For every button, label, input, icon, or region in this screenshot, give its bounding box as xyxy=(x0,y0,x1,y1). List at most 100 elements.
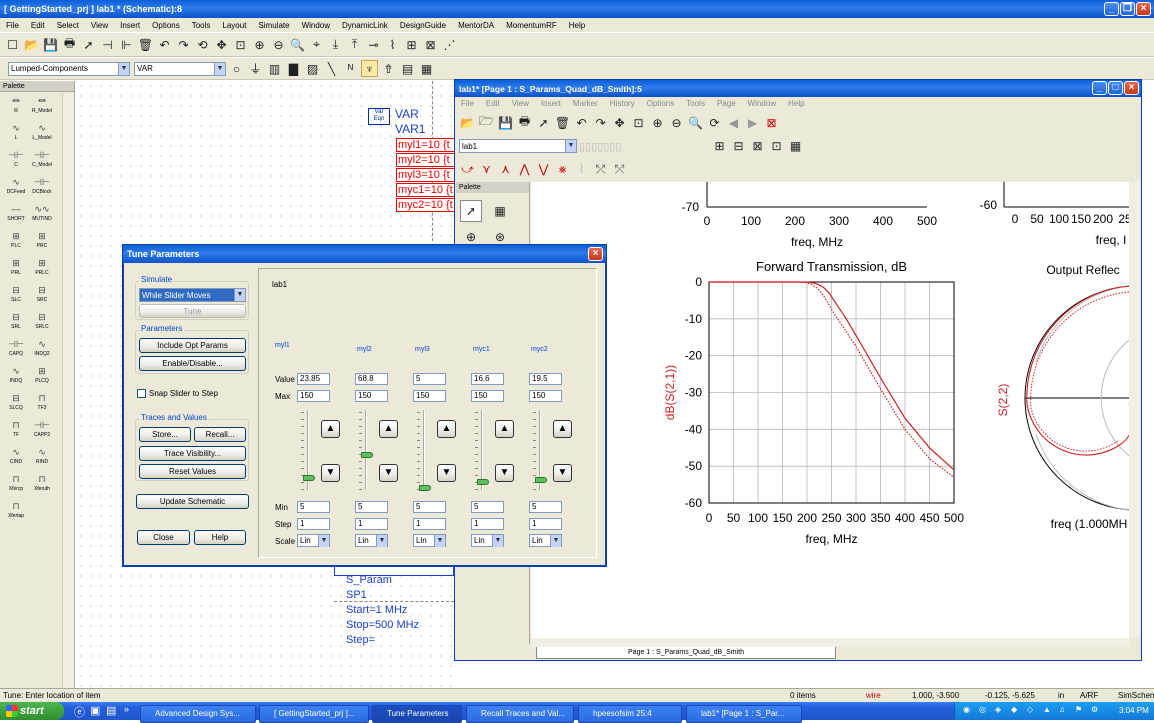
dd-menu-view[interactable]: View xyxy=(506,99,535,108)
param-increment-button[interactable]: ▲ xyxy=(495,420,514,438)
menu-designguide[interactable]: DesignGuide xyxy=(394,21,452,30)
palette-item-slcq[interactable]: ⊟ SLCQ xyxy=(4,392,28,414)
grid-icon[interactable]: ⊞ xyxy=(403,36,420,53)
param-step-field[interactable]: 1 xyxy=(413,518,446,530)
param-slider-thumb[interactable] xyxy=(361,451,373,458)
param-max-field[interactable]: 150 xyxy=(355,390,388,402)
zoom-point-icon[interactable]: 🔍 xyxy=(289,36,306,53)
pin-icon[interactable]: ⊸ xyxy=(365,36,382,53)
tray-8-icon[interactable]: ⚑ xyxy=(1075,705,1082,714)
zoom-fit-icon[interactable]: ⌖ xyxy=(308,36,325,53)
dd-table-icon[interactable]: ▦ xyxy=(489,200,511,222)
dd-zoom-out-icon[interactable]: ⊖ xyxy=(668,114,685,131)
dd-next-page-icon[interactable]: ▶ xyxy=(744,114,761,131)
dd-pointer-icon[interactable]: ➚ xyxy=(460,200,482,222)
palette-item-plc[interactable]: ⊞ PLC xyxy=(4,230,28,252)
param-decrement-button[interactable]: ▼ xyxy=(321,464,340,482)
tray-1-icon[interactable]: ◉ xyxy=(963,705,970,714)
trash-icon[interactable]: 🗑 xyxy=(137,36,154,53)
dd-menu-help[interactable]: Help xyxy=(782,99,810,108)
palette-item-prlc[interactable]: ⊞ PRLC xyxy=(30,257,54,279)
palette-item-prl[interactable]: ⊞ PRL xyxy=(4,257,28,279)
dd-menu-window[interactable]: Window xyxy=(742,99,782,108)
palette-scrollbar[interactable] xyxy=(62,93,74,688)
dd-delete-page-icon[interactable]: ⊠ xyxy=(763,114,780,131)
enable-disable-button[interactable]: Enable/Disable... xyxy=(139,356,246,371)
tune-button[interactable]: Tune xyxy=(139,304,246,318)
param-increment-button[interactable]: ▲ xyxy=(379,420,398,438)
var-equation[interactable]: myc1=10 {t xyxy=(396,183,456,197)
param-decrement-button[interactable]: ▼ xyxy=(495,464,514,482)
recall-button[interactable]: Recall... xyxy=(194,427,246,442)
param-scale-select[interactable]: Lin ▼ xyxy=(471,534,504,547)
param-scale-select[interactable]: Lin ▼ xyxy=(297,534,330,547)
zoom-out-icon[interactable]: ⊖ xyxy=(270,36,287,53)
param-increment-button[interactable]: ▲ xyxy=(437,420,456,438)
param-scale-select[interactable]: Lin ▼ xyxy=(529,534,562,547)
param-slider-thumb[interactable] xyxy=(419,485,431,491)
tray-9-icon[interactable]: ⚙ xyxy=(1091,705,1098,714)
palette-item-l[interactable]: ∿ L xyxy=(4,122,28,144)
palette-item-rind[interactable]: ∿ RIND xyxy=(30,446,54,468)
zoom-in-icon[interactable]: ⊕ xyxy=(251,36,268,53)
new-icon[interactable]: ☐ xyxy=(4,36,21,53)
palette-item-indq[interactable]: ∿ INDQ xyxy=(4,365,28,387)
more-icon[interactable]: » xyxy=(124,704,129,714)
menu-select[interactable]: Select xyxy=(51,21,85,30)
param-value-field[interactable]: 23.85 xyxy=(297,373,330,385)
marker-2-icon[interactable]: ⋎ xyxy=(478,161,495,178)
component-select[interactable]: VAR ▼ xyxy=(134,61,226,76)
marker-8-icon[interactable]: ⤱ xyxy=(592,161,609,178)
desktop-icon[interactable]: ▣ xyxy=(90,704,100,717)
marker-9-icon[interactable]: ⤲ xyxy=(611,161,628,178)
taskbar-task[interactable]: hpeesofsim 25:4 xyxy=(578,705,682,723)
param-increment-button[interactable]: ▲ xyxy=(553,420,572,438)
menu-insert[interactable]: Insert xyxy=(114,21,146,30)
data-window-titlebar[interactable]: lab1* [Page 1 : S_Params_Quad_dB_Smith]:… xyxy=(455,80,1141,97)
tray-6-icon[interactable]: ▲ xyxy=(1043,705,1051,714)
palette-item-xfertap[interactable]: ⊓ Xfertap xyxy=(4,500,28,522)
dd-menu-options[interactable]: Options xyxy=(641,99,681,108)
dd-menu-tools[interactable]: Tools xyxy=(680,99,711,108)
taskbar-task[interactable]: Tune Parameters xyxy=(372,705,462,723)
dd-tool-a-icon[interactable]: ⊞ xyxy=(711,138,728,155)
marker-3-icon[interactable]: ⋏ xyxy=(497,161,514,178)
palette-item-plcq[interactable]: ⊞ PLCQ xyxy=(30,365,54,387)
menu-file[interactable]: File xyxy=(0,21,25,30)
var-equation[interactable]: myc2=10 {t xyxy=(396,198,456,212)
menu-help[interactable]: Help xyxy=(563,21,591,30)
menu-tools[interactable]: Tools xyxy=(186,21,217,30)
explorer-icon[interactable]: ▤ xyxy=(106,704,116,717)
dd-print-icon[interactable]: 🖶 xyxy=(516,114,533,131)
display-icon[interactable]: ▤ xyxy=(399,60,416,77)
restore-icon[interactable]: ❐ xyxy=(1120,2,1135,16)
tray-4-icon[interactable]: ◆ xyxy=(1011,705,1017,714)
var-icon[interactable]: ▥ xyxy=(266,60,283,77)
marker-7-icon[interactable]: ⌇ xyxy=(573,161,590,178)
simulate-mode-select[interactable]: While Slider Moves ▼ xyxy=(139,288,246,302)
ground-icon[interactable]: ⏚ xyxy=(247,60,264,77)
data-close-icon[interactable]: × xyxy=(1124,81,1139,95)
param-slider-track[interactable] xyxy=(365,410,367,490)
dd-tool-c-icon[interactable]: ⊠ xyxy=(749,138,766,155)
param-step-field[interactable]: 1 xyxy=(355,518,388,530)
dd-tool-d-icon[interactable]: ⊡ xyxy=(768,138,785,155)
dd-menu-page[interactable]: Page xyxy=(711,99,742,108)
param-decrement-button[interactable]: ▼ xyxy=(437,464,456,482)
tune-mode-icon[interactable]: ♆ xyxy=(361,60,378,77)
tray-7-icon[interactable]: ♫ xyxy=(1059,705,1065,714)
palette-item-l_model[interactable]: ∿ L_Model xyxy=(30,122,54,144)
param-decrement-button[interactable]: ▼ xyxy=(553,464,572,482)
close-button[interactable]: Close xyxy=(137,530,190,545)
dd-menu-marker[interactable]: Marker xyxy=(567,99,604,108)
dd-move-icon[interactable]: ✥ xyxy=(611,114,628,131)
dd-zoom-area-icon[interactable]: ⊡ xyxy=(630,114,647,131)
taskbar-task[interactable]: Advanced Design Sys... xyxy=(140,705,256,723)
var-equation[interactable]: myl1=10 {t xyxy=(396,138,456,152)
param-slider-thumb[interactable] xyxy=(303,475,315,482)
wire-icon[interactable]: ⌇ xyxy=(384,36,401,53)
palette-item-capp2[interactable]: ⊣⊢ CAPP2 xyxy=(30,419,54,441)
menu-view[interactable]: View xyxy=(85,21,114,30)
param-decrement-button[interactable]: ▼ xyxy=(379,464,398,482)
update-schematic-button[interactable]: Update Schematic xyxy=(136,494,249,509)
